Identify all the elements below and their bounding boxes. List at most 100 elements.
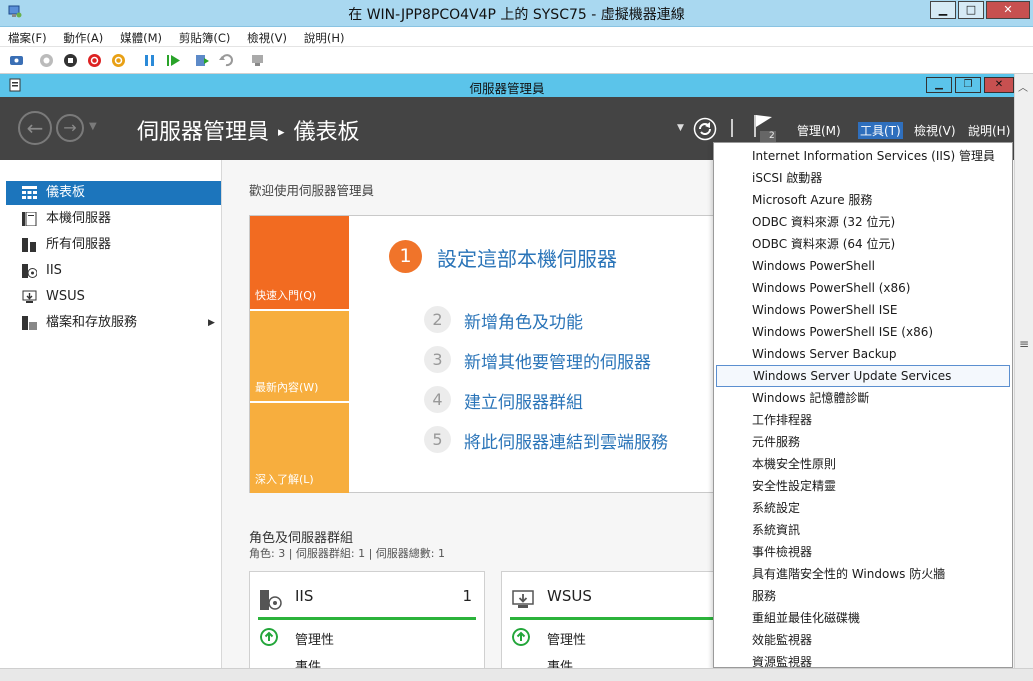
step-5-link[interactable]: 將此伺服器連結到雲端服務	[464, 428, 668, 453]
tile-status-bar	[258, 617, 476, 620]
vm-titlebar: 在 WIN-JPP8PCO4V4P 上的 SYSC75 - 虛擬機器連線 ▁ □…	[0, 0, 1033, 27]
menu-help[interactable]: 說明(H)	[968, 122, 1010, 139]
quick-start-tab[interactable]: 快速入門(Q)	[250, 216, 349, 309]
tools-menu-item[interactable]: Windows Server Update Services	[716, 365, 1010, 387]
step-1-number: 1	[389, 240, 422, 273]
sm-restore-button[interactable]: ❐	[955, 77, 981, 93]
quick-start-label: 快速入門(Q)	[255, 289, 317, 302]
tools-menu-item[interactable]: ODBC 資料來源 (32 位元)	[716, 211, 1010, 233]
breadcrumb-current: 儀表板	[293, 120, 360, 145]
tools-menu-item[interactable]: ODBC 資料來源 (64 位元)	[716, 233, 1010, 255]
welcome-tile: 快速入門(Q) 最新內容(W) 深入了解(L) 1 設定這部本機伺服器 2 新增…	[249, 215, 719, 493]
tools-menu-item[interactable]: iSCSI 啟動器	[716, 167, 1010, 189]
vm-menu-view[interactable]: 檢視(V)	[239, 27, 292, 46]
tools-menu-item[interactable]: 系統資訊	[716, 519, 1010, 541]
shutdown-icon[interactable]	[87, 53, 102, 68]
tools-menu-item[interactable]: Internet Information Services (IIS) 管理員	[716, 145, 1010, 167]
tile-events-link[interactable]: 事件	[295, 656, 321, 668]
start-icon[interactable]	[39, 53, 54, 68]
scroll-grip-icon[interactable]: ≡	[1019, 337, 1029, 351]
scroll-up-icon[interactable]: ︿	[1018, 79, 1028, 94]
step-3-number: 3	[424, 346, 451, 373]
learn-more-tab[interactable]: 深入了解(L)	[250, 403, 349, 493]
back-button[interactable]: ←	[18, 111, 52, 145]
sm-close-button[interactable]: ✕	[984, 77, 1014, 93]
tile-manageability-link[interactable]: 管理性	[547, 629, 586, 648]
save-state-icon[interactable]	[111, 53, 126, 68]
refresh-dropdown-icon[interactable]: ▼	[677, 123, 684, 133]
turn-off-icon[interactable]	[63, 53, 78, 68]
vm-minimize-button[interactable]: ▁	[930, 1, 956, 19]
sm-minimize-button[interactable]: ▁	[926, 77, 952, 93]
expand-arrow-icon[interactable]: ▶	[208, 311, 215, 335]
tools-menu-item[interactable]: 重組並最佳化磁碟機	[716, 607, 1010, 629]
tools-menu-item[interactable]: Windows Server Backup	[716, 343, 1010, 365]
sidebar-item-all-servers[interactable]: 所有伺服器	[6, 233, 221, 257]
pause-icon[interactable]	[142, 53, 157, 68]
tools-menu-item[interactable]: 安全性設定精靈	[716, 475, 1010, 497]
vertical-scrollbar[interactable]: ︿ ≡	[1014, 74, 1033, 668]
tools-menu-item[interactable]: Windows PowerShell ISE (x86)	[716, 321, 1010, 343]
tools-menu-item[interactable]: Windows 記憶體診斷	[716, 387, 1010, 409]
tools-menu-item[interactable]: 元件服務	[716, 431, 1010, 453]
tools-menu-item[interactable]: 系統設定	[716, 497, 1010, 519]
checkpoint-icon[interactable]	[195, 53, 210, 68]
sidebar-item-wsus[interactable]: WSUS	[6, 285, 221, 309]
breadcrumb-root[interactable]: 伺服器管理員	[137, 120, 269, 145]
tile-manageability-link[interactable]: 管理性	[295, 629, 334, 648]
sidebar-item-label: WSUS	[46, 289, 85, 304]
tools-menu-item[interactable]: 工作排程器	[716, 409, 1010, 431]
whats-new-label: 最新內容(W)	[255, 381, 319, 394]
sidebar-item-label: 所有伺服器	[46, 237, 112, 252]
sidebar-item-file-storage[interactable]: 檔案和存放服務 ▶	[6, 311, 221, 335]
role-tile-iis[interactable]: IIS 1 管理性 事件	[249, 571, 485, 668]
tools-menu-item[interactable]: Windows PowerShell	[716, 255, 1010, 277]
vm-menu-clipboard[interactable]: 剪貼簿(C)	[171, 27, 236, 46]
sidebar-item-iis[interactable]: IIS	[6, 259, 221, 283]
vm-menu-media[interactable]: 媒體(M)	[112, 27, 167, 46]
tools-menu-item[interactable]: Microsoft Azure 服務	[716, 189, 1010, 211]
sidebar-item-label: 儀表板	[46, 185, 86, 200]
refresh-icon[interactable]	[693, 117, 717, 141]
vm-toolbar	[0, 47, 1033, 74]
sidebar-item-dashboard[interactable]: 儀表板	[6, 181, 221, 205]
step-3-link[interactable]: 新增其他要管理的伺服器	[464, 348, 651, 373]
sidebar-item-local-server[interactable]: 本機伺服器	[6, 207, 221, 231]
ctrl-alt-del-icon[interactable]	[9, 53, 24, 68]
step-2-link[interactable]: 新增角色及功能	[464, 308, 583, 333]
enhanced-session-icon[interactable]	[250, 53, 265, 68]
tools-menu-item[interactable]: 本機安全性原則	[716, 453, 1010, 475]
horizontal-scrollbar[interactable]	[0, 668, 1033, 681]
tools-menu-item[interactable]: Windows PowerShell ISE	[716, 299, 1010, 321]
menu-tools[interactable]: 工具(T)	[858, 122, 903, 139]
history-dropdown-icon[interactable]: ▼	[89, 121, 97, 132]
vm-close-button[interactable]: ✕	[986, 1, 1030, 19]
revert-icon[interactable]	[219, 53, 234, 68]
vm-maximize-button[interactable]: □	[958, 1, 984, 19]
menu-view[interactable]: 檢視(V)	[914, 122, 956, 139]
tools-menu-item[interactable]: Windows PowerShell (x86)	[716, 277, 1010, 299]
server-icon	[22, 212, 37, 226]
role-tile-wsus[interactable]: WSUS 管理性 事件	[501, 571, 737, 668]
resume-icon[interactable]	[166, 53, 181, 68]
forward-button[interactable]: →	[56, 114, 84, 142]
vm-menu-file[interactable]: 檔案(F)	[0, 27, 52, 46]
sidebar: 儀表板 本機伺服器 所有伺服器 IIS WSUS 檔案和存放服務 ▶	[0, 160, 222, 668]
whats-new-tab[interactable]: 最新內容(W)	[250, 311, 349, 401]
vm-menu-help[interactable]: 說明(H)	[296, 27, 350, 46]
vm-menubar: 檔案(F) 動作(A) 媒體(M) 剪貼簿(C) 檢視(V) 說明(H)	[0, 27, 1033, 47]
server-manager-titlebar: 伺服器管理員 ▁ ❐ ✕	[0, 74, 1014, 97]
tools-menu-item[interactable]: 效能監視器	[716, 629, 1010, 651]
vm-menu-action[interactable]: 動作(A)	[55, 27, 108, 46]
roles-summary: 角色: 3 | 伺服器群組: 1 | 伺服器總數: 1	[249, 547, 446, 560]
step-4-link[interactable]: 建立伺服器群組	[464, 388, 583, 413]
menu-manage[interactable]: 管理(M)	[797, 122, 841, 139]
tile-events-link[interactable]: 事件	[547, 656, 573, 668]
tools-menu-item[interactable]: 服務	[716, 585, 1010, 607]
tools-menu-item[interactable]: 事件檢視器	[716, 541, 1010, 563]
tools-menu-item[interactable]: 資源監視器	[716, 651, 1010, 667]
sidebar-item-label: 檔案和存放服務	[46, 315, 138, 330]
tools-menu-item[interactable]: 具有進階安全性的 Windows 防火牆	[716, 563, 1010, 585]
step-1-link[interactable]: 設定這部本機伺服器	[437, 243, 617, 272]
servers-icon	[22, 238, 36, 252]
